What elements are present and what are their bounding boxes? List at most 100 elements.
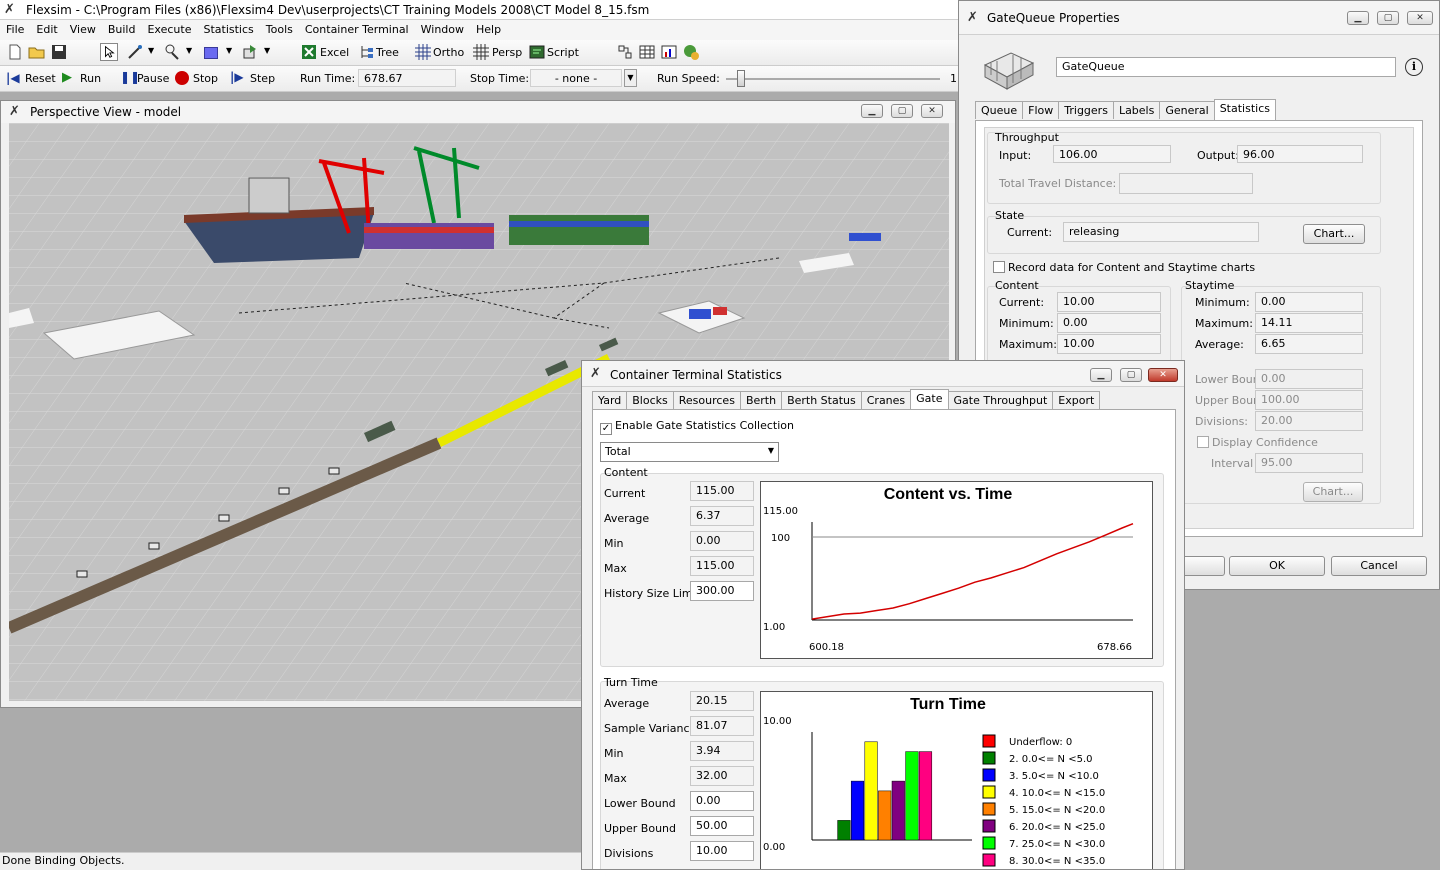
tab-resources[interactable]: Resources	[672, 391, 741, 409]
color-box-icon[interactable]	[204, 47, 218, 59]
excel-button[interactable]: Excel	[320, 46, 349, 59]
tab-blocks[interactable]: Blocks	[626, 391, 674, 409]
tab-flow[interactable]: Flow	[1022, 101, 1060, 119]
tab-yard[interactable]: Yard	[592, 391, 628, 409]
close-button[interactable]: ✕	[921, 104, 943, 118]
dropdown-arrow-icon[interactable]: ▼	[264, 46, 270, 55]
legend-swatch	[982, 836, 996, 850]
minimize-button[interactable]: ▁	[1347, 11, 1369, 25]
menu-build[interactable]: Build	[102, 20, 142, 39]
menu-statistics[interactable]: Statistics	[197, 20, 259, 39]
tab-triggers[interactable]: Triggers	[1058, 101, 1114, 119]
state-current-label: Current:	[1007, 226, 1053, 239]
histogram-bar	[837, 820, 851, 841]
turn-variance-value: 81.07	[690, 716, 754, 736]
step-button[interactable]: Step	[250, 72, 275, 85]
minimize-button[interactable]: ▁	[1090, 368, 1112, 382]
menu-window[interactable]: Window	[415, 20, 470, 39]
globe-icon[interactable]	[682, 43, 700, 61]
legend-swatch	[982, 802, 996, 816]
minimize-button[interactable]: ▁	[861, 104, 883, 118]
staytime-min-label: Minimum:	[1195, 296, 1250, 309]
persp-button[interactable]: Persp	[492, 46, 522, 59]
tab-gate-throughput[interactable]: Gate Throughput	[947, 391, 1054, 409]
object-tool-icon[interactable]	[164, 43, 182, 61]
maximize-button[interactable]: ▢	[1120, 368, 1142, 382]
staytime-max-label: Maximum:	[1195, 317, 1253, 330]
dropdown-arrow-icon[interactable]: ▼	[186, 46, 192, 55]
open-folder-icon[interactable]	[28, 43, 46, 61]
content-average-label: Average	[604, 512, 650, 525]
maximize-button[interactable]: ▢	[891, 104, 913, 118]
table-icon[interactable]	[638, 43, 656, 61]
menu-container-terminal[interactable]: Container Terminal	[299, 20, 415, 39]
dropdown-arrow-icon[interactable]: ▼	[148, 46, 154, 55]
cancel-button[interactable]: Cancel	[1331, 556, 1427, 576]
pause-button[interactable]: Pause	[137, 72, 169, 85]
shape-tool-icon[interactable]	[242, 43, 260, 61]
tree-button[interactable]: Tree	[376, 46, 399, 59]
run-speed-track	[726, 78, 940, 80]
legend-swatch	[982, 734, 996, 748]
save-icon[interactable]	[50, 43, 68, 61]
step-icon: |▶	[230, 70, 244, 84]
connect-tool-icon[interactable]	[126, 43, 144, 61]
stop-button[interactable]: Stop	[193, 72, 218, 85]
new-file-icon[interactable]	[6, 43, 24, 61]
enable-gate-stats-checkbox[interactable]: ✓ Enable Gate Statistics Collection	[600, 419, 794, 435]
tab-cranes[interactable]: Cranes	[860, 391, 912, 409]
select-mode-icon[interactable]	[100, 43, 118, 61]
tab-general[interactable]: General	[1159, 101, 1215, 119]
tab-berth[interactable]: Berth	[739, 391, 783, 409]
tab-gate[interactable]: Gate	[910, 389, 949, 410]
turn-max-value: 32.00	[690, 766, 754, 786]
cts-titlebar: ✗ Container Terminal Statistics ▁ ▢ ✕	[582, 361, 1184, 387]
stop-icon	[175, 71, 189, 85]
ortho-button[interactable]: Ortho	[433, 46, 464, 59]
turn-divisions-field[interactable]: 10.00	[690, 841, 754, 861]
stats-icon[interactable]	[660, 43, 678, 61]
menu-execute[interactable]: Execute	[141, 20, 197, 39]
histogram-bar	[850, 780, 865, 841]
menu-tools[interactable]: Tools	[260, 20, 299, 39]
input-label: Input:	[999, 149, 1032, 162]
info-icon[interactable]: i	[1405, 58, 1423, 76]
menu-help[interactable]: Help	[470, 20, 507, 39]
script-icon	[529, 45, 545, 59]
history-size-field[interactable]: 300.00	[690, 581, 754, 601]
travel-distance-field	[1119, 173, 1253, 194]
enable-gate-stats-label: Enable Gate Statistics Collection	[615, 419, 794, 432]
tab-statistics[interactable]: Statistics	[1213, 99, 1276, 120]
layout-icon[interactable]	[616, 43, 634, 61]
stop-time-dropdown-icon[interactable]: ▼	[624, 69, 637, 87]
flexsim-logo-icon: ✗	[9, 104, 20, 119]
tab-labels[interactable]: Labels	[1112, 101, 1161, 119]
run-toolbar: |◀ Reset ▶ Run ❚❚ Pause Stop |▶ Step Run…	[0, 66, 958, 92]
menu-edit[interactable]: Edit	[30, 20, 63, 39]
menu-file[interactable]: File	[0, 20, 30, 39]
tab-export[interactable]: Export	[1052, 391, 1101, 409]
main-titlebar: ✗ Flexsim - C:\Program Files (x86)\Flexs…	[0, 0, 958, 20]
turn-lower-bound-field[interactable]: 0.00	[690, 791, 754, 811]
close-button[interactable]: ✕	[1407, 11, 1433, 25]
run-speed-slider[interactable]	[737, 70, 745, 87]
tab-berth-status[interactable]: Berth Status	[781, 391, 862, 409]
staytime-avg-value: 6.65	[1255, 334, 1363, 354]
script-button[interactable]: Script	[547, 46, 579, 59]
ok-button[interactable]: OK	[1229, 556, 1325, 576]
histogram-bar	[864, 741, 878, 841]
menu-view[interactable]: View	[64, 20, 102, 39]
turn-upper-bound-field[interactable]: 50.00	[690, 816, 754, 836]
legend-label: 4. 10.0<= N <15.0	[1009, 788, 1105, 799]
state-chart-button[interactable]: Chart...	[1303, 224, 1365, 244]
reset-button[interactable]: Reset	[25, 72, 56, 85]
tab-queue[interactable]: Queue	[975, 101, 1024, 119]
stop-time-field[interactable]: - none -	[530, 69, 622, 87]
close-button[interactable]: ✕	[1148, 368, 1178, 382]
gate-select[interactable]: Total ▼	[600, 442, 779, 462]
maximize-button[interactable]: ▢	[1377, 11, 1399, 25]
run-button[interactable]: Run	[80, 72, 101, 85]
dropdown-arrow-icon[interactable]: ▼	[226, 46, 232, 55]
object-name-field[interactable]: GateQueue	[1056, 57, 1396, 77]
record-data-checkbox[interactable]: Record data for Content and Staytime cha…	[993, 261, 1255, 274]
